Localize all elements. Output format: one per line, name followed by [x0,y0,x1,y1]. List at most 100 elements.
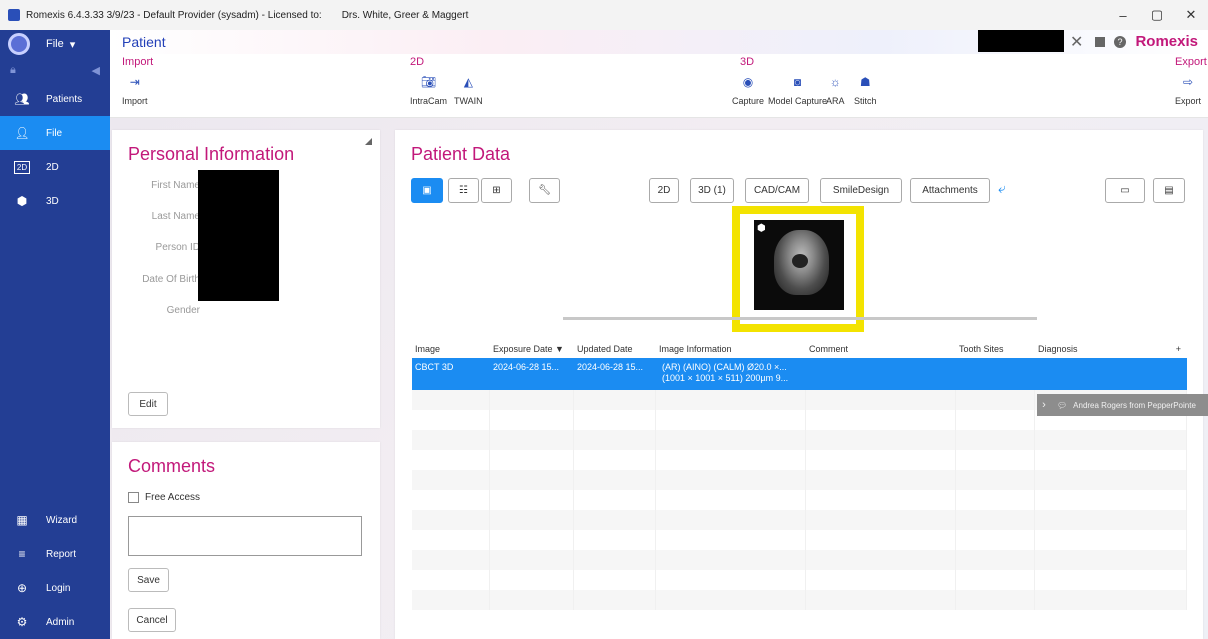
column-header-exposure-date[interactable]: Exposure Date ▼ [490,344,574,354]
export-button[interactable]: ⇨ Export [1175,74,1201,106]
filter-3d-button[interactable]: 3D (1) [690,178,734,203]
export-label: Export [1175,96,1202,106]
empty-row [412,490,1187,510]
comment-textarea[interactable] [128,516,362,556]
ara-button[interactable]: ☼ ARA [826,74,845,106]
date-of-birth-label: Date Of Birth [142,274,200,285]
cell-image: CBCT 3D [415,362,454,372]
romexis-logo[interactable] [8,33,30,55]
sidebar-item-label: Wizard [46,514,78,526]
login-icon: ⊕ [16,581,28,595]
splitter-handle[interactable] [563,317,1037,320]
twain-icon: ◭ [463,75,473,89]
column-header-tooth-sites[interactable]: Tooth Sites [956,344,1035,354]
close-button[interactable]: ✕ [1174,0,1208,30]
image-table: Image Exposure Date ▼ Updated Date Image… [412,340,1187,610]
model-capture-button[interactable]: ◙ Model Capture [768,74,827,106]
import-group-label: Import [122,56,154,68]
stitch-icon: ☗ [859,75,871,89]
capture-button[interactable]: ◉ Capture [732,74,764,106]
sidebar-item-file[interactable]: 👤︎ File [0,116,110,150]
cube-icon: ⬢ [16,194,28,208]
add-column-icon[interactable]: + [1176,344,1181,354]
redacted-personal-values [198,170,279,301]
sidebar-item-patients[interactable]: 👥︎ Patients [0,82,110,116]
import-button[interactable]: ⇥ Import [122,74,148,106]
free-access-checkbox[interactable]: Free Access [128,492,200,503]
file-menu-label: File [46,38,64,50]
sidebar-item-report[interactable]: ≡ Report [0,537,110,571]
stitch-button[interactable]: ☗ Stitch [854,74,877,106]
close-patient-icon[interactable]: ✕ [1070,32,1083,52]
export-group-label: Export [1175,56,1207,68]
module-title: Patient [122,34,166,50]
sidebar-item-label: Admin [46,616,75,628]
cell-tooth-sites [956,358,1035,390]
column-header-image[interactable]: Image [412,344,490,354]
save-button[interactable]: Save [128,568,169,592]
grid-view-button[interactable]: ⊞ [481,178,512,203]
report-icon: ≡ [18,547,26,561]
people-icon: 👥︎ [14,92,30,106]
ara-label: ARA [826,96,845,106]
filter-smiledesign-button[interactable]: SmileDesign [820,178,902,203]
empty-row [412,510,1187,530]
column-header-comment[interactable]: Comment [806,344,956,354]
filter-attachments-button[interactable]: Attachments [910,178,990,203]
minimize-button[interactable]: – [1106,0,1140,30]
screen-icon[interactable] [1095,37,1105,47]
intracam-label: IntraCam [410,96,448,106]
sidebar-item-admin[interactable]: ⚙︎ Admin [0,605,110,639]
action-toolbar: Import ⇥ Import 2D 📷︎ IntraCam ◭ TWAIN 3… [110,54,1208,118]
collapse-icon[interactable]: ◀ [92,64,100,77]
chevron-down-icon: ▾ [69,38,76,51]
empty-row [412,530,1187,550]
file-menu[interactable]: File ▾ [46,38,75,51]
maximize-button[interactable]: ▢ [1140,0,1174,30]
patient-data-title: Patient Data [411,144,511,164]
cancel-button[interactable]: Cancel [128,608,176,632]
sidebar-item-label: File [46,127,63,139]
expand-corner-icon[interactable] [365,138,372,145]
diagnosis-label: Diagnosis [1038,344,1078,354]
column-header-updated-date[interactable]: Updated Date [574,344,656,354]
lock-icon[interactable]: 🔒︎ [10,64,16,77]
cell-diagnosis [1035,358,1187,390]
cbct-thumbnail[interactable]: ⬢ [754,220,844,310]
gender-label: Gender [166,305,200,316]
import-label: Import [122,96,148,106]
list-view-button[interactable]: ☷ [448,178,479,203]
chevron-right-icon[interactable]: › [1037,399,1051,411]
remote-session-toast[interactable]: › 💬︎ Andrea Rogers from PepperPointe [1037,394,1208,416]
capture-label: Capture [732,96,765,106]
filter-2d-button[interactable]: 2D [649,178,679,203]
calendar-button[interactable]: ▤ [1153,178,1185,203]
sidebar: File ▾ 🔒︎ ◀ 👥︎ Patients 👤︎ File 2D 2D ⬢ … [0,30,110,639]
filter-cadcam-button[interactable]: CAD/CAM [745,178,809,203]
tools-button[interactable]: 🔧︎ [529,178,560,203]
help-icon[interactable]: ? [1114,36,1126,48]
scanner-button[interactable]: ▭ [1105,178,1145,203]
edit-button[interactable]: Edit [128,392,168,416]
scanner-icon: ▭ [1120,185,1130,196]
empty-row [412,590,1187,610]
sidebar-item-3d[interactable]: ⬢ 3D [0,184,110,218]
sidebar-item-2d[interactable]: 2D 2D [0,150,110,184]
table-row[interactable]: CBCT 3D 2024-06-28 15... 2024-06-28 15..… [412,358,1187,390]
intracam-button[interactable]: 📷︎ IntraCam [410,74,447,106]
sidebar-item-login[interactable]: ⊕ Login [0,571,110,605]
sidebar-item-wizard[interactable]: ▦ Wizard [0,503,110,537]
comments-title: Comments [128,456,216,476]
stitch-label: Stitch [854,96,877,106]
twain-button[interactable]: ◭ TWAIN [454,74,483,106]
checkbox-box [128,492,139,503]
reset-filter-icon[interactable]: ⤶ [998,180,1006,197]
person-icon: 👤︎ [14,126,30,140]
column-header-image-information[interactable]: Image Information [656,344,806,354]
empty-row [412,430,1187,450]
column-header-diagnosis[interactable]: Diagnosis + [1035,344,1187,354]
brand-label: Romexis [1135,33,1198,50]
chat-icon: 💬︎ [1057,400,1068,410]
empty-row [412,450,1187,470]
thumbnail-view-button[interactable]: ▣ [411,178,443,203]
